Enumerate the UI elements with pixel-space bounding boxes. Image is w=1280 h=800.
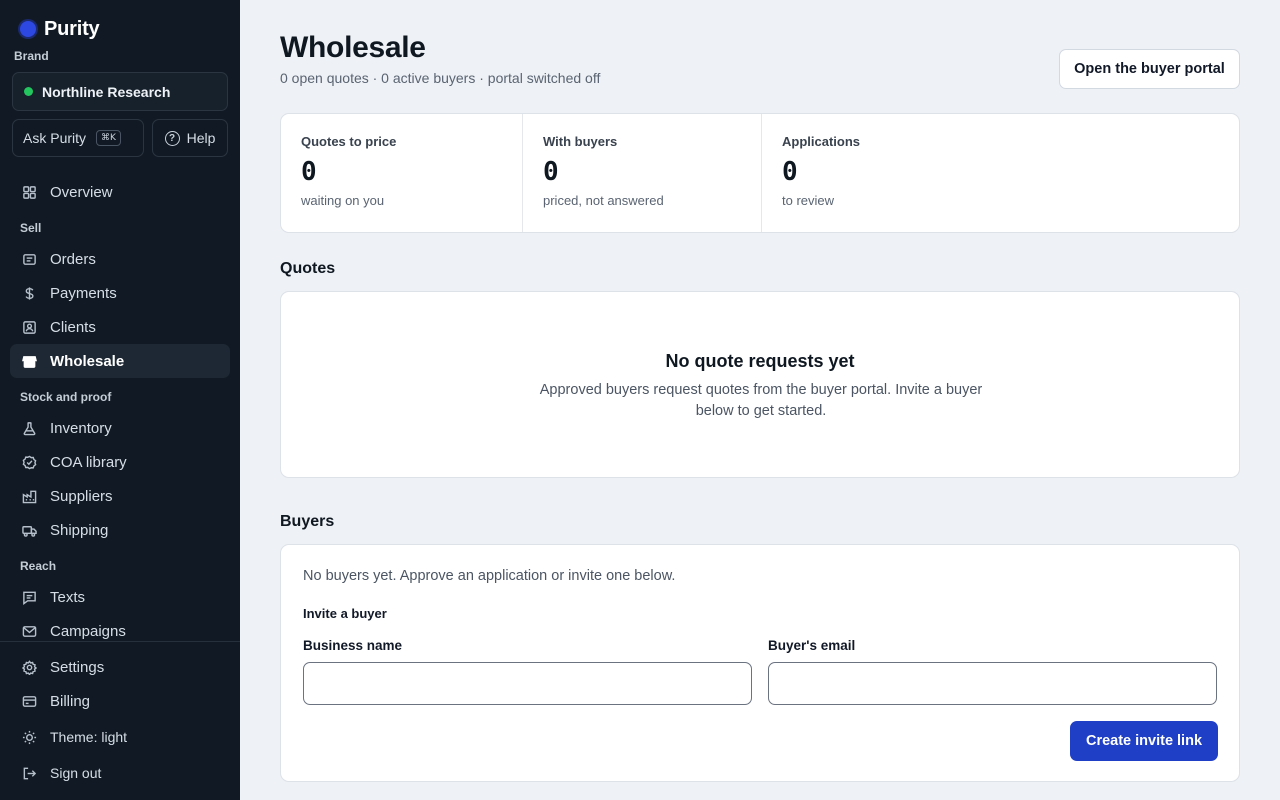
nav-section-sell: Sell — [20, 221, 42, 235]
nav-section-stock: Stock and proof — [20, 390, 112, 404]
sidebar-item-label: COA library — [50, 453, 127, 471]
ask-purity-label: Ask Purity — [23, 130, 87, 146]
open-buyer-portal-button[interactable]: Open the buyer portal — [1059, 49, 1240, 89]
stat-value: 0 — [543, 157, 559, 187]
stat-caption: priced, not answered — [543, 193, 664, 208]
quotes-panel: No quote requests yet Approved buyers re… — [280, 291, 1240, 478]
flask-icon — [22, 421, 37, 436]
brand-selector[interactable]: Northline Research — [12, 72, 228, 111]
stat-value: 0 — [782, 157, 798, 187]
app-logo[interactable]: Purity — [20, 17, 100, 40]
ask-purity-button[interactable]: Ask Purity ⌘K — [12, 119, 144, 157]
buyers-empty-text: No buyers yet. Approve an application or… — [303, 568, 676, 584]
factory-icon — [22, 489, 37, 504]
quotes-section-title: Quotes — [280, 260, 336, 277]
sidebar-item-label: Billing — [50, 692, 91, 710]
sidebar-item-label: Orders — [50, 250, 96, 268]
stat-quotes-to-price: Quotes to price 0 waiting on you — [281, 114, 522, 232]
sidebar-item-coa-library[interactable]: COA library — [10, 445, 230, 479]
receipt-icon — [22, 252, 37, 267]
stat-label: Quotes to price — [301, 134, 397, 149]
question-circle-icon: ? — [164, 130, 180, 146]
sidebar-item-inventory[interactable]: Inventory — [10, 411, 230, 445]
stat-applications: Applications 0 to review — [761, 114, 1239, 232]
logo-mark-icon — [20, 21, 36, 37]
sidebar-item-label: Settings — [50, 658, 105, 676]
stat-with-buyers: With buyers 0 priced, not answered — [522, 114, 761, 232]
sign-out-label: Sign out — [50, 765, 102, 781]
sidebar-item-settings[interactable]: Settings — [10, 650, 230, 684]
help-label: Help — [186, 130, 216, 146]
stat-caption: to review — [782, 193, 835, 208]
stat-value: 0 — [301, 157, 317, 187]
sidebar-item-label: Inventory — [50, 419, 112, 437]
sidebar: Purity Brand Northline Research Ask Puri… — [0, 0, 240, 800]
theme-toggle[interactable]: Theme: light — [10, 720, 230, 754]
sidebar-item-label: Texts — [50, 588, 86, 606]
buyer-email-input[interactable] — [768, 662, 1217, 705]
sidebar-item-texts[interactable]: Texts — [10, 580, 230, 614]
dollar-icon — [22, 286, 37, 301]
sign-out-button[interactable]: Sign out — [10, 756, 230, 790]
sidebar-item-suppliers[interactable]: Suppliers — [10, 479, 230, 513]
status-dot-icon — [24, 87, 33, 96]
sidebar-item-label: Wholesale — [50, 352, 125, 370]
sidebar-item-label: Overview — [50, 183, 113, 201]
sidebar-item-label: Payments — [50, 284, 117, 302]
contact-card-icon — [22, 320, 37, 335]
buyer-email-label: Buyer's email — [768, 638, 856, 653]
sidebar-item-label: Campaigns — [50, 622, 126, 640]
stat-caption: waiting on you — [301, 193, 385, 208]
nav-section-reach: Reach — [20, 559, 57, 573]
business-name-input[interactable] — [303, 662, 752, 705]
quotes-empty-title: No quote requests yet — [665, 351, 855, 371]
help-button[interactable]: ? Help — [152, 119, 228, 157]
sidebar-item-label: Suppliers — [50, 487, 113, 505]
gear-icon — [22, 659, 37, 675]
page-subtitle: 0 open quotes · 0 active buyers · portal… — [280, 70, 601, 86]
buyers-section-title: Buyers — [280, 513, 335, 530]
mail-icon — [22, 624, 37, 639]
app-name: Purity — [44, 17, 100, 40]
theme-label: Theme: light — [50, 729, 128, 745]
sidebar-item-label: Shipping — [50, 521, 109, 539]
stats-panel: Quotes to price 0 waiting on you With bu… — [280, 113, 1240, 233]
stat-label: With buyers — [543, 134, 618, 149]
business-name-label: Business name — [303, 638, 403, 653]
truck-icon — [22, 523, 37, 538]
sidebar-item-clients[interactable]: Clients — [10, 310, 230, 344]
credit-card-icon — [22, 694, 37, 709]
sidebar-divider — [0, 641, 240, 642]
sidebar-item-payments[interactable]: Payments — [10, 276, 230, 310]
buyers-panel: No buyers yet. Approve an application or… — [280, 544, 1240, 782]
sign-out-icon — [22, 766, 37, 781]
sidebar-item-billing[interactable]: Billing — [10, 684, 230, 718]
invite-buyer-title: Invite a buyer — [303, 606, 387, 621]
sidebar-item-overview[interactable]: Overview — [10, 175, 230, 209]
create-invite-link-button[interactable]: Create invite link — [1070, 721, 1218, 761]
storefront-icon — [22, 354, 37, 369]
sidebar-item-wholesale[interactable]: Wholesale — [10, 344, 230, 378]
sun-icon — [22, 730, 37, 745]
sidebar-item-orders[interactable]: Orders — [10, 242, 230, 276]
badge-check-icon — [22, 455, 37, 470]
sidebar-item-shipping[interactable]: Shipping — [10, 513, 230, 547]
grid-icon — [22, 185, 37, 200]
quotes-empty-body: Approved buyers request quotes from the … — [539, 382, 983, 419]
stat-label: Applications — [782, 134, 861, 149]
page-title: Wholesale — [280, 31, 426, 64]
brand-name: Northline Research — [42, 83, 171, 100]
sidebar-item-label: Clients — [50, 318, 96, 336]
brand-label: Brand — [14, 49, 49, 63]
message-icon — [22, 590, 37, 605]
sidebar-item-campaigns[interactable]: Campaigns — [10, 614, 230, 648]
shortcut-badge: ⌘K — [96, 130, 121, 146]
